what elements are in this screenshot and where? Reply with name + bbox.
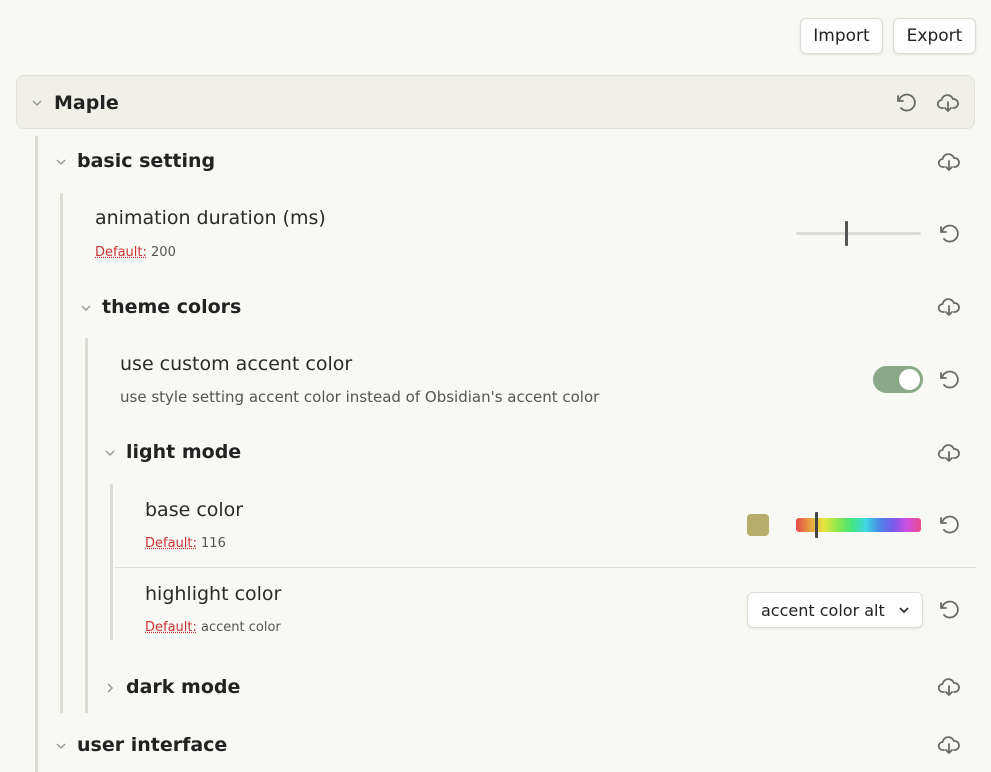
divider [115, 567, 976, 568]
setting-description-custom-accent: use style setting accent color instead o… [120, 388, 600, 406]
reset-icon[interactable] [937, 222, 961, 246]
setting-name-base-color: base color [145, 499, 244, 521]
default-value: accent color [201, 620, 281, 635]
cloud-download-icon[interactable] [937, 733, 961, 757]
default-value: 200 [151, 245, 176, 260]
chevron-down-icon[interactable] [80, 302, 92, 314]
plugin-header[interactable] [16, 75, 975, 129]
setting-name-highlight-color: highlight color [145, 583, 282, 605]
chevron-down-icon[interactable] [104, 447, 116, 459]
default-label: Default: [145, 620, 197, 635]
import-button[interactable]: Import [800, 18, 883, 54]
custom-accent-toggle[interactable] [873, 366, 923, 393]
base-color-swatch [747, 514, 769, 536]
default-value: 116 [201, 536, 226, 551]
section-heading-user-interface[interactable]: user interface [77, 734, 227, 756]
chevron-down-icon[interactable] [55, 740, 67, 752]
section-heading-theme-colors[interactable]: theme colors [102, 296, 241, 318]
section-heading-dark-mode[interactable]: dark mode [126, 676, 240, 698]
section-heading-basic-setting[interactable]: basic setting [77, 150, 215, 172]
default-label: Default: [95, 245, 147, 260]
cloud-download-icon[interactable] [937, 675, 961, 699]
export-button[interactable]: Export [893, 18, 976, 54]
setting-name-custom-accent: use custom accent color [120, 353, 353, 375]
reset-icon[interactable] [937, 513, 961, 537]
default-value-line: Default: 116 [145, 536, 226, 551]
nesting-line [85, 338, 88, 713]
chevron-down-icon[interactable] [31, 97, 43, 109]
cloud-download-icon[interactable] [937, 295, 961, 319]
setting-name-animation-duration: animation duration (ms) [95, 207, 326, 229]
cloud-download-icon[interactable] [937, 150, 961, 174]
reset-icon[interactable] [937, 368, 961, 392]
default-value-line: Default: 200 [95, 245, 176, 260]
nesting-line [35, 136, 38, 772]
highlight-color-select[interactable]: accent color alt [747, 592, 923, 628]
cloud-download-icon[interactable] [936, 91, 960, 115]
toggle-knob [899, 369, 920, 390]
hue-slider-thumb[interactable] [815, 512, 818, 538]
reset-icon[interactable] [894, 91, 918, 115]
default-value-line: Default: accent color [145, 620, 281, 635]
reset-icon[interactable] [937, 598, 961, 622]
chevron-down-icon [899, 607, 909, 614]
section-heading-light-mode[interactable]: light mode [126, 441, 241, 463]
slider-thumb[interactable] [845, 221, 848, 246]
chevron-right-icon[interactable] [104, 682, 116, 694]
chevron-down-icon[interactable] [55, 156, 67, 168]
animation-duration-slider[interactable] [796, 232, 921, 235]
cloud-download-icon[interactable] [937, 441, 961, 465]
default-label: Default: [145, 536, 197, 551]
nesting-line [60, 193, 63, 713]
select-value: accent color alt [761, 600, 885, 620]
plugin-title: Maple [54, 92, 119, 114]
nesting-line [110, 484, 113, 640]
